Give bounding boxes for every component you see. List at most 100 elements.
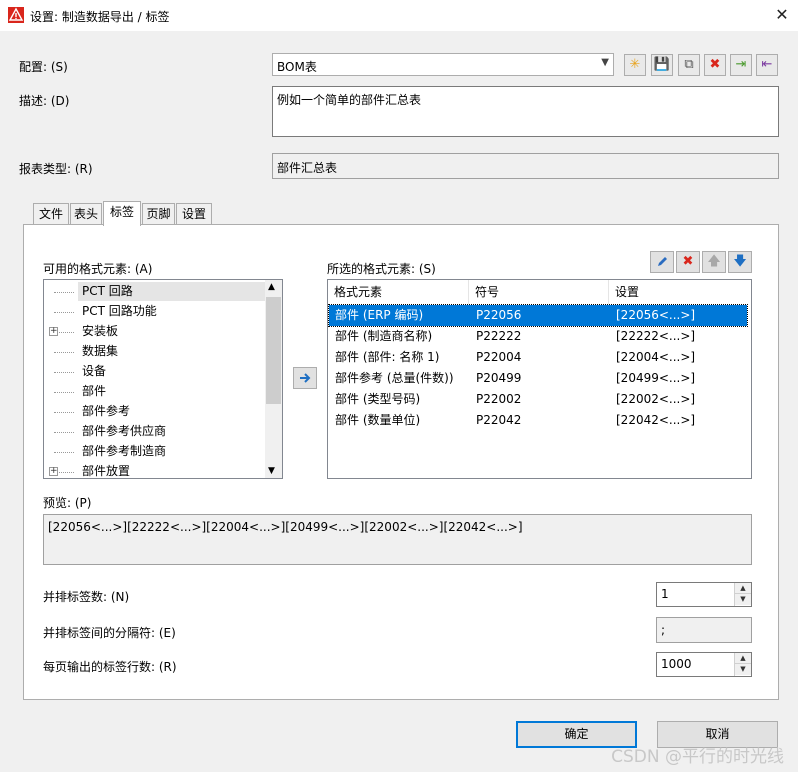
separator-field: ; xyxy=(656,617,752,643)
edit-button[interactable] xyxy=(650,251,674,273)
copy-icon: ⧉ xyxy=(684,57,694,72)
tree-item[interactable]: 部件参考制造商 xyxy=(78,442,170,461)
decrement-icon[interactable]: ▼ xyxy=(735,664,751,675)
move-up-button[interactable]: 🡅 xyxy=(702,251,726,273)
labels-count-value: 1 xyxy=(661,587,669,601)
description-value: 例如一个简单的部件汇总表 xyxy=(277,93,422,107)
tree-connector xyxy=(54,372,74,373)
tree-item[interactable]: 部件参考供应商 xyxy=(78,422,170,441)
separator-value: ; xyxy=(661,623,666,637)
tree-item[interactable]: PCT 回路功能 xyxy=(78,302,161,321)
selected-elements-table[interactable]: 格式元素 符号 设置 部件 (ERP 编码) P22056 [22056<...>]… xyxy=(327,279,752,479)
rows-per-page-label: 每页输出的标签行数: (R) xyxy=(43,660,177,674)
arrow-right-icon xyxy=(300,373,311,383)
available-label: 可用的格式元素: (A) xyxy=(43,262,153,276)
new-icon: ✳ xyxy=(629,57,641,72)
tab-4[interactable]: 设置 xyxy=(176,203,212,225)
rows-per-page-stepper[interactable]: 1000 ▲ ▼ xyxy=(656,652,752,677)
cell-symbol: P22056 xyxy=(476,308,522,322)
tree-item[interactable]: PCT 回路 xyxy=(78,282,266,301)
cell-setting: [22056<...>] xyxy=(616,308,696,322)
config-value: BOM表 xyxy=(277,60,317,74)
report-type-value: 部件汇总表 xyxy=(277,161,338,175)
report-type-field: 部件汇总表 xyxy=(272,153,779,179)
close-icon[interactable]: ✕ xyxy=(772,5,792,25)
tree-item[interactable]: 部件参考 xyxy=(78,402,134,421)
stepper-buttons: ▲ ▼ xyxy=(734,583,751,606)
expand-icon[interactable]: + xyxy=(49,467,58,476)
expand-icon[interactable]: + xyxy=(49,327,58,336)
cell-setting: [20499<...>] xyxy=(616,371,696,385)
tree-item[interactable]: 数据集 xyxy=(78,342,122,361)
import-config-button[interactable]: ⇥ xyxy=(730,54,752,76)
tree-item[interactable]: 部件 xyxy=(78,382,110,401)
column-header-setting[interactable]: 设置 xyxy=(609,280,751,304)
cell-element: 部件 (类型号码) xyxy=(335,392,421,406)
copy-config-button[interactable]: ⧉ xyxy=(678,54,700,76)
tab-0[interactable]: 文件 xyxy=(33,203,69,225)
rows-per-page-value: 1000 xyxy=(661,657,692,671)
cell-setting: [22002<...>] xyxy=(616,392,696,406)
selected-label: 所选的格式元素: (S) xyxy=(327,262,436,276)
tree-item[interactable]: 安装板 xyxy=(78,322,122,341)
stepper-buttons: ▲ ▼ xyxy=(734,653,751,676)
chevron-down-icon: ▼ xyxy=(601,57,609,68)
increment-icon[interactable]: ▲ xyxy=(735,653,751,664)
pencil-icon xyxy=(657,257,667,266)
preview-value: [22056<...>][22222<...>][22004<...>][204… xyxy=(48,520,523,534)
table-row[interactable]: 部件 (ERP 编码) P22056 [22056<...>] xyxy=(328,304,748,327)
scroll-down-icon[interactable]: ▼ xyxy=(268,466,275,476)
cell-element: 部件 (部件: 名称 1) xyxy=(335,350,440,364)
arrow-up-icon: 🡅 xyxy=(707,254,721,269)
cell-setting: [22222<...>] xyxy=(616,329,696,343)
tree-connector xyxy=(54,312,74,313)
tree-connector xyxy=(54,412,74,413)
cell-symbol: P22042 xyxy=(476,413,522,427)
cell-symbol: P22004 xyxy=(476,350,522,364)
tab-2[interactable]: 标签 xyxy=(103,201,141,226)
tree-item[interactable]: 部件放置 xyxy=(78,462,134,478)
available-scrollbar[interactable]: ▲ ▼ xyxy=(265,280,282,478)
labels-count-stepper[interactable]: 1 ▲ ▼ xyxy=(656,582,752,607)
delete-icon: ✖ xyxy=(682,254,694,269)
separator-label: 并排标签间的分隔符: (E) xyxy=(43,626,176,640)
cell-setting: [22004<...>] xyxy=(616,350,696,364)
column-header-symbol[interactable]: 符号 xyxy=(469,280,609,304)
tree-connector xyxy=(54,352,74,353)
export-config-button[interactable]: ⇤ xyxy=(756,54,778,76)
delete-config-button[interactable]: ✖ xyxy=(704,54,726,76)
increment-icon[interactable]: ▲ xyxy=(735,583,751,594)
description-field[interactable]: 例如一个简单的部件汇总表 xyxy=(272,86,779,137)
move-down-button[interactable]: 🡇 xyxy=(728,251,752,273)
table-row[interactable]: 部件 (制造商名称) P22222 [22222<...>] xyxy=(329,326,747,347)
available-tree[interactable]: PCT 回路 PCT 回路功能 + 安装板 数据集 设备 部件 部件参考 部件参考供应商 部件参考… xyxy=(43,279,283,479)
tree-connector xyxy=(54,292,74,293)
new-config-button[interactable]: ✳ xyxy=(624,54,646,76)
tree-item[interactable]: 设备 xyxy=(78,362,110,381)
preview-label: 预览: (P) xyxy=(43,496,92,510)
cell-element: 部件参考 (总量(件数)) xyxy=(335,371,454,385)
add-element-button[interactable] xyxy=(293,367,317,389)
config-select[interactable]: BOM表 ▼ xyxy=(272,53,614,76)
tab-3[interactable]: 页脚 xyxy=(142,203,175,225)
arrow-down-icon: 🡇 xyxy=(733,254,747,269)
remove-button[interactable]: ✖ xyxy=(676,251,700,273)
window-title: 设置: 制造数据导出 / 标签 xyxy=(30,10,170,24)
column-header-element[interactable]: 格式元素 xyxy=(328,280,469,304)
scroll-up-icon[interactable]: ▲ xyxy=(268,282,275,292)
table-row[interactable]: 部件 (部件: 名称 1) P22004 [22004<...>] xyxy=(329,347,747,368)
tree-connector xyxy=(54,392,74,393)
table-row[interactable]: 部件 (数量单位) P22042 [22042<...>] xyxy=(329,410,747,431)
cell-symbol: P22222 xyxy=(476,329,522,343)
scroll-thumb[interactable] xyxy=(266,297,281,404)
tree-connector xyxy=(54,432,74,433)
app-warning-icon xyxy=(8,7,24,23)
table-row[interactable]: 部件参考 (总量(件数)) P20499 [20499<...>] xyxy=(329,368,747,389)
save-icon: 💾 xyxy=(653,57,671,72)
decrement-icon[interactable]: ▼ xyxy=(735,594,751,605)
tab-1[interactable]: 表头 xyxy=(70,203,102,225)
table-row[interactable]: 部件 (类型号码) P22002 [22002<...>] xyxy=(329,389,747,410)
cell-element: 部件 (ERP 编码) xyxy=(335,308,424,322)
save-config-button[interactable]: 💾 xyxy=(651,54,673,76)
cell-symbol: P20499 xyxy=(476,371,522,385)
